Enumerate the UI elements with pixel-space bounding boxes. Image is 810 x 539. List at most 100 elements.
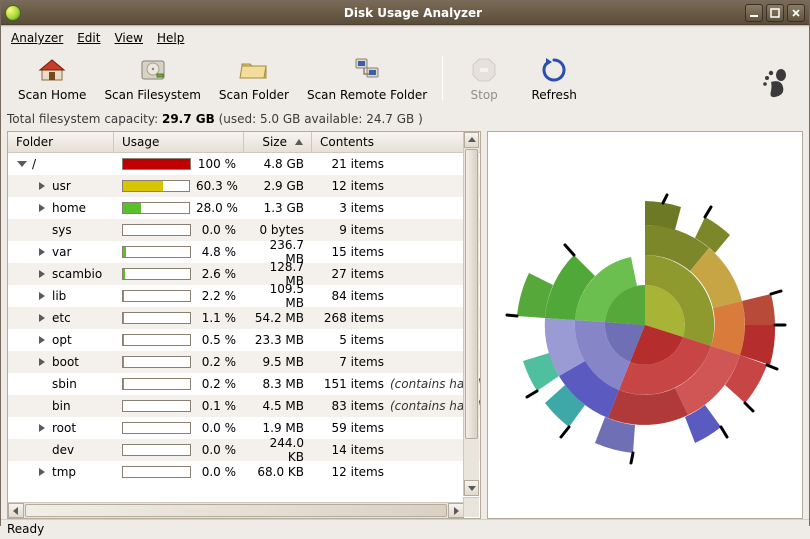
usage-bar — [122, 466, 191, 478]
scroll-down-button[interactable] — [464, 480, 479, 496]
folder-cell[interactable]: opt — [8, 333, 114, 347]
size-cell: 54.2 MB — [244, 311, 312, 325]
expander-icon[interactable] — [36, 248, 48, 256]
folder-cell[interactable]: usr — [8, 179, 114, 193]
expander-icon[interactable] — [36, 468, 48, 476]
folder-cell[interactable]: / — [8, 157, 114, 171]
usage-cell: 0.2 % — [114, 355, 244, 369]
folder-name: sys — [52, 223, 72, 237]
table-row[interactable]: sbin0.2 %8.3 MB151 items(contains hardl — [8, 373, 480, 395]
scan-folder-button[interactable]: Scan Folder — [210, 51, 298, 105]
folder-cell[interactable]: tmp — [8, 465, 114, 479]
maximize-button[interactable] — [766, 4, 784, 22]
column-size[interactable]: Size — [244, 132, 312, 152]
usage-bar — [122, 312, 191, 324]
scan-remote-button[interactable]: Scan Remote Folder — [298, 51, 436, 105]
usage-cell: 4.8 % — [114, 245, 244, 259]
size-cell: 23.3 MB — [244, 333, 312, 347]
table-row[interactable]: bin0.1 %4.5 MB83 items(contains hardl — [8, 395, 480, 417]
ringschart-icon[interactable] — [495, 145, 795, 505]
contents-cell: 14 items — [312, 443, 480, 457]
column-folder[interactable]: Folder — [8, 132, 114, 152]
usage-cell: 28.0 % — [114, 201, 244, 215]
contents-count: 84 items — [320, 289, 384, 303]
scan-filesystem-button[interactable]: Scan Filesystem — [95, 51, 209, 105]
folder-cell[interactable]: sbin — [8, 377, 114, 391]
expander-icon[interactable] — [36, 270, 48, 278]
folder-cell[interactable]: dev — [8, 443, 114, 457]
contents-count: 83 items — [320, 399, 384, 413]
expander-icon[interactable] — [36, 336, 48, 344]
usage-cell: 0.0 % — [114, 223, 244, 237]
expander-icon[interactable] — [36, 182, 48, 190]
contents-cell: 268 items — [312, 311, 480, 325]
scroll-thumb[interactable] — [465, 149, 478, 439]
ringschart-panel — [487, 131, 803, 519]
capacity-prefix: Total filesystem capacity: — [7, 112, 162, 126]
table-row[interactable]: tmp0.0 %68.0 KB12 items — [8, 461, 480, 483]
table-row[interactable]: opt 0.5 %23.3 MB 5 items — [8, 329, 480, 351]
expander-icon[interactable] — [36, 358, 48, 366]
table-row[interactable]: lib2.2 %109.5 MB 84 items — [8, 285, 480, 307]
menu-help[interactable]: Help — [157, 31, 184, 45]
folder-cell[interactable]: etc — [8, 311, 114, 325]
contents-count: 59 items — [320, 421, 384, 435]
table-row[interactable]: /100 %4.8 GB21 items — [8, 153, 480, 175]
expander-icon[interactable] — [16, 161, 28, 167]
folder-cell[interactable]: home — [8, 201, 114, 215]
table-row[interactable]: etc 1.1 % 54.2 MB268 items — [8, 307, 480, 329]
folder-name: var — [52, 245, 71, 259]
table-row[interactable]: dev0.0 %244.0 KB14 items — [8, 439, 480, 461]
scroll-right-button[interactable] — [448, 503, 464, 518]
minimize-button[interactable] — [745, 4, 763, 22]
expander-icon[interactable] — [36, 292, 48, 300]
toolbar-label: Stop — [471, 88, 498, 102]
close-button[interactable] — [787, 4, 805, 22]
contents-count: 12 items — [320, 179, 384, 193]
usage-cell: 0.5 % — [114, 333, 244, 347]
folder-name: scambio — [52, 267, 102, 281]
contents-count: 21 items — [320, 157, 384, 171]
usage-cell: 2.2 % — [114, 289, 244, 303]
contents-count: 151 items — [320, 377, 384, 391]
menu-view[interactable]: View — [114, 31, 142, 45]
column-usage[interactable]: Usage — [114, 132, 244, 152]
folder-cell[interactable]: sys — [8, 223, 114, 237]
folder-cell[interactable]: var — [8, 245, 114, 259]
usage-percent: 1.1 % — [197, 311, 236, 325]
status-text: Ready — [7, 522, 44, 536]
column-contents[interactable]: Contents — [312, 132, 480, 152]
scroll-thumb[interactable] — [25, 504, 447, 517]
scan-home-button[interactable]: Scan Home — [9, 51, 95, 105]
folder-name: root — [52, 421, 76, 435]
app-icon — [5, 5, 21, 21]
usage-bar — [122, 246, 191, 258]
menu-analyzer[interactable]: Analyzer — [11, 31, 63, 45]
table-row[interactable]: usr60.3 %2.9 GB12 items — [8, 175, 480, 197]
contents-cell: 84 items — [312, 289, 480, 303]
folder-name: home — [52, 201, 86, 215]
folder-cell[interactable]: root — [8, 421, 114, 435]
menu-edit[interactable]: Edit — [77, 31, 100, 45]
usage-bar — [122, 268, 191, 280]
table-row[interactable]: boot0.2 %9.5 MB7 items — [8, 351, 480, 373]
refresh-button[interactable]: Refresh — [519, 51, 589, 105]
usage-percent: 4.8 % — [197, 245, 236, 259]
expander-icon[interactable] — [36, 424, 48, 432]
folder-cell[interactable]: lib — [8, 289, 114, 303]
size-cell: 109.5 MB — [244, 282, 312, 310]
contents-count: 5 items — [320, 333, 384, 347]
vertical-scrollbar[interactable] — [463, 132, 479, 496]
folder-cell[interactable]: scambio — [8, 267, 114, 281]
folder-name: usr — [52, 179, 71, 193]
usage-percent: 0.1 % — [197, 399, 236, 413]
scroll-left-button[interactable] — [8, 503, 24, 518]
scroll-up-button[interactable] — [464, 132, 479, 148]
folder-name: opt — [52, 333, 72, 347]
folder-cell[interactable]: boot — [8, 355, 114, 369]
expander-icon[interactable] — [36, 314, 48, 322]
folder-cell[interactable]: bin — [8, 399, 114, 413]
horizontal-scrollbar[interactable] — [8, 502, 464, 518]
table-row[interactable]: home28.0 %1.3 GB3 items — [8, 197, 480, 219]
expander-icon[interactable] — [36, 204, 48, 212]
